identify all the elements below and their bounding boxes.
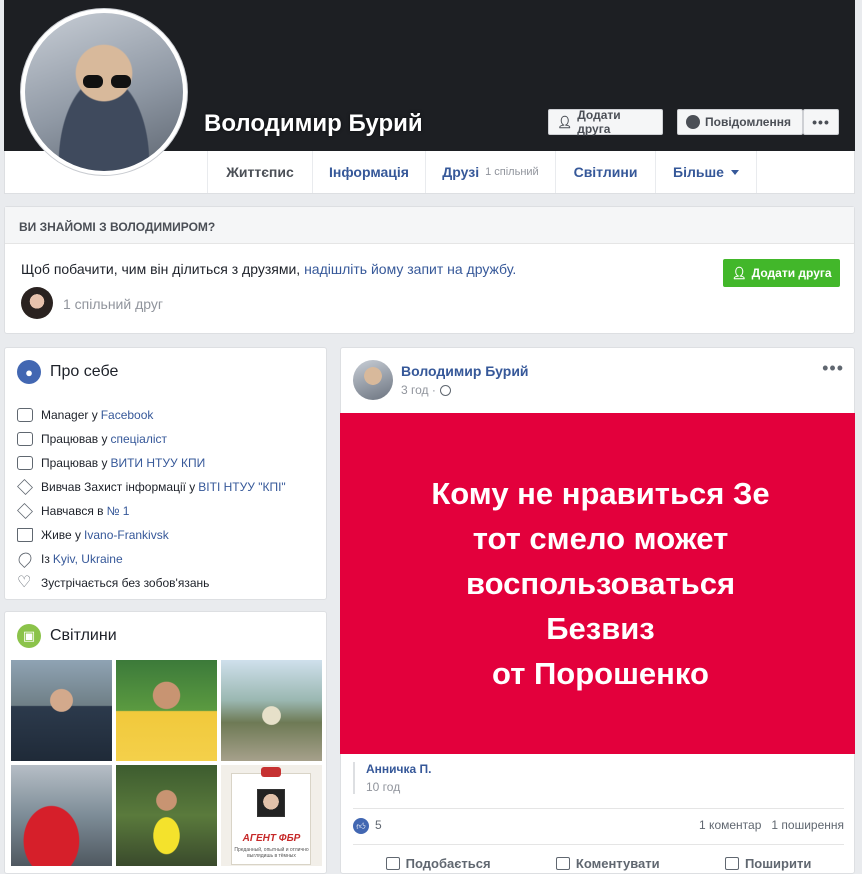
like-button[interactable]: Подобається [385,856,491,871]
shared-from: Анничка П. 10 год [353,762,431,794]
add-friend-button[interactable]: 👤︎ Додати друга [548,108,663,136]
about-item: Вивчав Захист інформації у ВІТІ НТУУ "КПІ… [17,475,286,499]
know-text: Щоб побачити, чим він ділиться з друзями… [21,261,517,277]
about-link[interactable]: Kyiv, Ukraine [53,552,123,566]
about-link[interactable]: ВІТІ НТУУ "КПІ" [198,480,285,494]
location-pin-icon [15,549,35,569]
about-item: Навчався в № 1 [17,499,286,523]
add-friend-green-button[interactable]: 👤︎ Додати друга [723,259,840,287]
comment-icon [555,857,570,870]
shares-count[interactable]: 1 поширення [771,818,844,832]
tab-more[interactable]: Більше [655,151,757,193]
divider [353,844,844,845]
post-actions: Подобається Коментувати Поширити [353,856,844,871]
photo-grid: АГЕНТ ФБР Преданный, опытный и отлично в… [11,660,322,866]
post-image-line: Безвиз [546,611,655,646]
reactions-count[interactable]: 👍︎ 5 [353,818,382,834]
mutual-friends-count: 1 спільний [485,166,539,178]
photos-title[interactable]: ▣ Світлини [17,624,117,648]
shared-time[interactable]: 10 год [366,780,431,794]
post-image[interactable]: Кому не нравиться Зе тот смело может вос… [340,413,855,754]
about-item: Із Kyiv, Ukraine [15,547,286,571]
post-image-line: воспользоваться [465,566,736,601]
clip-graphic [261,767,281,777]
photos-icon: ▣ [17,624,41,648]
photo-thumbnail[interactable] [116,765,217,866]
about-link[interactable]: Facebook [101,408,154,422]
agent-caption: АГЕНТ ФБР [242,833,301,844]
photo-thumbnail[interactable] [116,660,217,761]
share-icon [724,857,739,870]
know-person-box: ВИ ЗНАЙОМІ З ВОЛОДИМИРОМ? Щоб побачити, … [4,206,855,334]
globe-icon: ● [17,360,41,384]
post-card: Володимир Бурий 3 год · ••• Кому не нрав… [340,347,855,874]
about-item: Зустрічається без зобов'язань [17,571,286,595]
post-author-name[interactable]: Володимир Бурий [401,363,529,379]
photos-card: ▣ Світлини АГЕНТ ФБР Преданный, опытный … [4,611,327,874]
friend-request-link[interactable]: надішліть йому запит на дружбу. [304,261,516,277]
mutual-friend-avatar[interactable] [21,287,53,319]
post-image-line: от Порошенко [492,656,709,691]
post-timestamp[interactable]: 3 год · [401,383,451,397]
about-link[interactable]: ВИТИ НТУУ КПИ [110,456,205,470]
profile-name[interactable]: Володимир Бурий [204,110,423,138]
portrait-graphic [257,789,285,817]
agent-small-text: Преданный, опытный и отлично выглядишь в… [234,847,309,859]
tab-timeline[interactable]: Життєпис [207,151,312,193]
about-item: Manager у Facebook [17,403,286,427]
shared-author[interactable]: Анничка П. [366,762,431,776]
about-link[interactable]: спеціаліст [110,432,167,446]
post-stats: 👍︎ 5 1 коментар 1 поширення [353,818,844,834]
more-options-button[interactable]: ••• [803,109,839,135]
messenger-icon [686,115,700,129]
about-title: ● Про себе [17,360,118,384]
message-button[interactable]: Повідомлення [677,109,803,135]
home-icon [17,528,33,542]
tab-photos[interactable]: Світлини [555,151,655,193]
post-options-icon[interactable]: ••• [822,358,844,379]
about-item: Живе у Ivano-Frankivsk [17,523,286,547]
graduation-cap-icon [17,479,33,495]
about-item: Працював у спеціаліст [17,427,286,451]
mutual-friend-label[interactable]: 1 спільний друг [63,296,163,312]
tab-friends[interactable]: Друзі 1 спільний [425,151,555,193]
about-card: ● Про себе Manager у Facebook Працював ус… [4,347,327,600]
thumbs-up-icon [385,857,400,870]
heart-icon [17,572,33,592]
profile-picture[interactable] [20,8,188,176]
comments-count[interactable]: 1 коментар [699,818,761,832]
share-button[interactable]: Поширити [724,856,811,871]
post-image-line: Кому не нравиться Зе [431,476,770,511]
briefcase-icon [17,432,33,446]
add-friend-icon: 👤︎ [731,266,747,280]
photo-thumbnail[interactable] [11,765,112,866]
post-author-avatar[interactable] [353,360,393,400]
caret-down-icon [730,169,739,175]
photo-thumbnail[interactable] [11,660,112,761]
about-link[interactable]: Ivano-Frankivsk [84,528,169,542]
comment-button[interactable]: Коментувати [555,856,660,871]
photo-thumbnail[interactable] [221,660,322,761]
about-link[interactable]: № 1 [107,504,130,518]
know-heading: ВИ ЗНАЙОМІ З ВОЛОДИМИРОМ? [5,207,854,244]
tab-about[interactable]: Інформація [312,151,425,193]
photo-thumbnail[interactable]: АГЕНТ ФБР Преданный, опытный и отлично в… [221,765,322,866]
briefcase-icon [17,456,33,470]
add-friend-icon: 👤︎ [557,115,573,129]
post-image-line: тот смело может [472,521,729,556]
divider [353,808,844,809]
like-badge-icon: 👍︎ [353,818,369,834]
briefcase-icon [17,408,33,422]
about-item: Працював у ВИТИ НТУУ КПИ [17,451,286,475]
globe-icon [439,384,451,396]
about-list: Manager у Facebook Працював у спеціаліст П… [15,403,286,595]
graduation-cap-icon [17,503,33,519]
